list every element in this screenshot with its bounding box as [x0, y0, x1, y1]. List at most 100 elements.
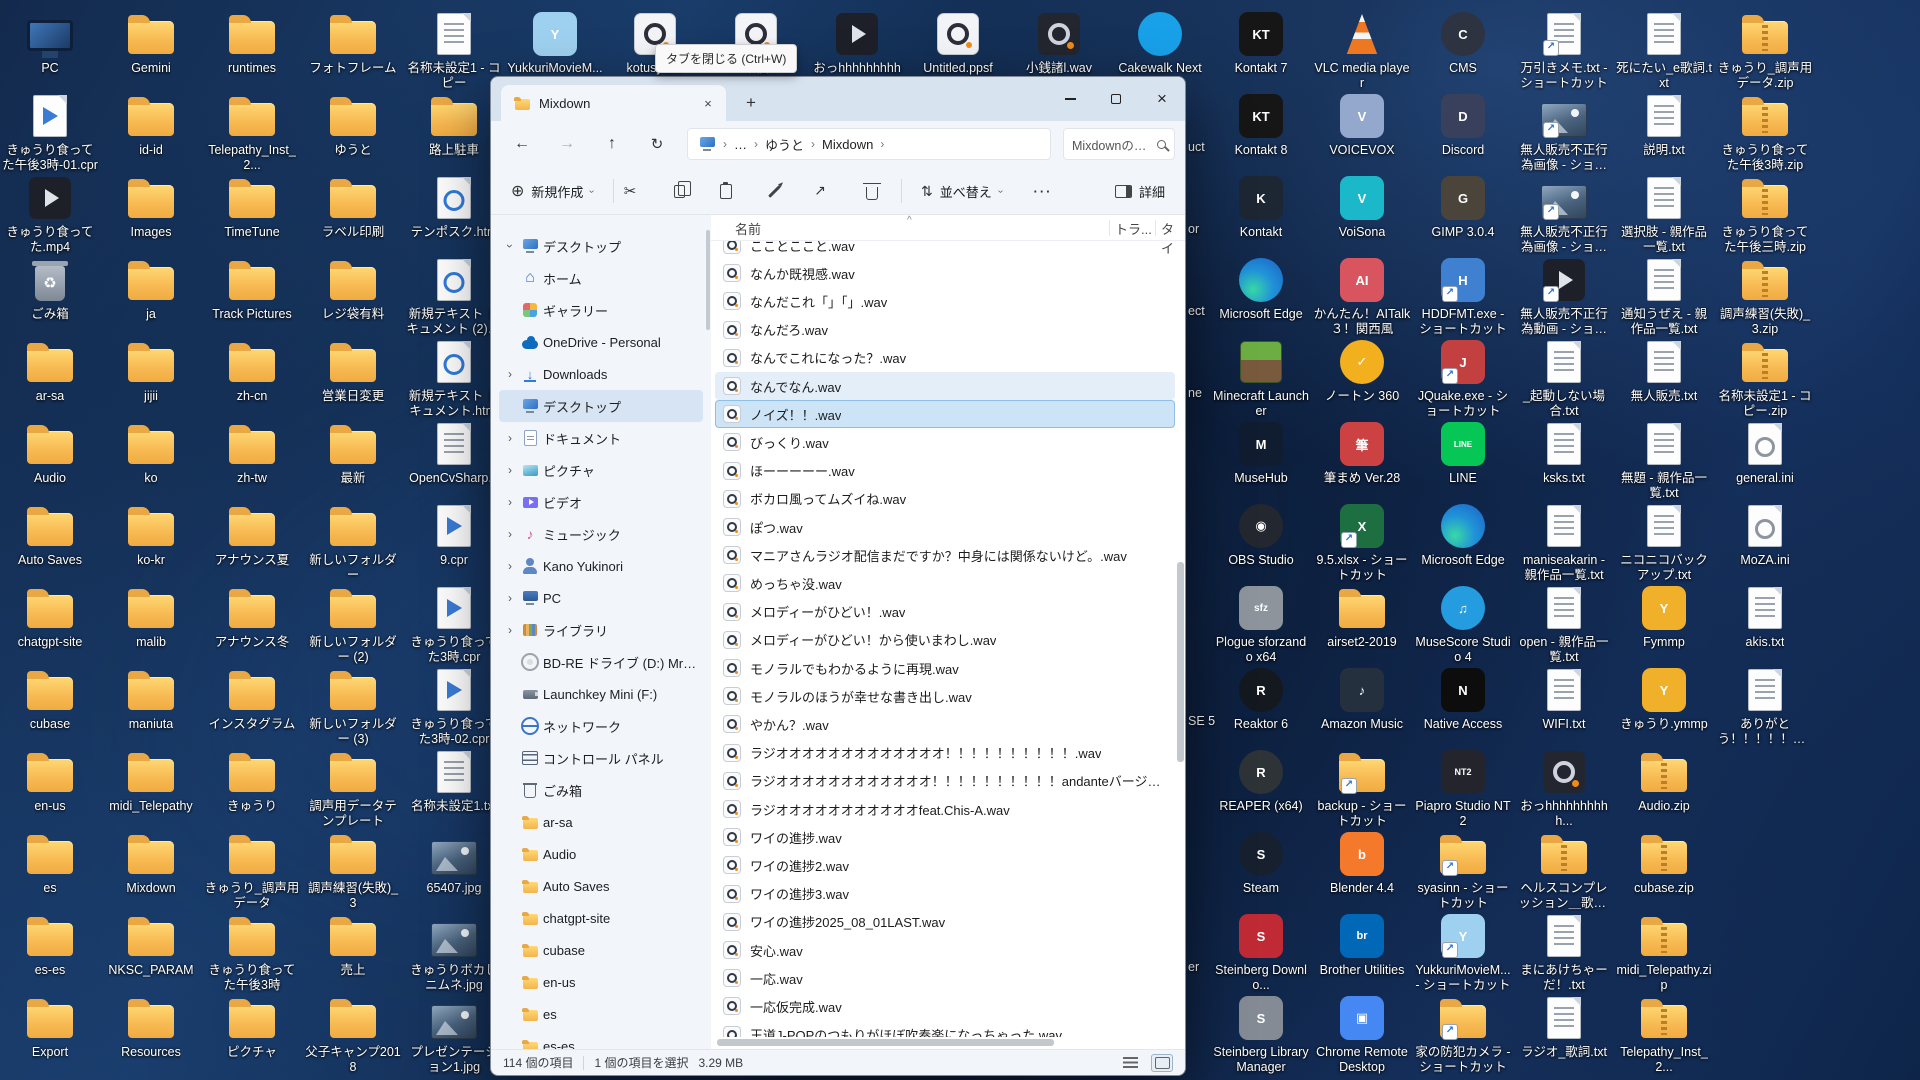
desktop-icon[interactable]: zh-cn	[202, 338, 302, 404]
desktop-icon[interactable]: jijii	[101, 338, 201, 404]
desktop-icon[interactable]: 死にたい_e歌詞.txt	[1614, 10, 1714, 91]
desktop-icon[interactable]: 名称未設定1.txt	[404, 748, 504, 814]
sidebar-item[interactable]: OneDrive - Personal	[499, 326, 703, 358]
desktop-icon[interactable]: KTKontakt 8	[1211, 92, 1311, 158]
sidebar-item[interactable]: デスクトップ	[499, 230, 703, 262]
forward-button[interactable]	[548, 126, 586, 162]
desktop-icon[interactable]: MoZA.ini	[1715, 502, 1815, 568]
desktop-icon[interactable]: ar-sa	[0, 338, 100, 404]
sidebar-item[interactable]: ビデオ	[499, 486, 703, 518]
desktop-icon[interactable]: GGIMP 3.0.4	[1413, 174, 1513, 240]
file-row[interactable]: びっくり.wav	[715, 428, 1175, 456]
desktop-icon[interactable]: SSteinberg Downlo...	[1211, 912, 1311, 993]
desktop-icon[interactable]: プレゼンテーション1.jpg	[404, 994, 504, 1075]
desktop-icon[interactable]: ▣Chrome Remote Desktop	[1312, 994, 1412, 1075]
desktop-icon[interactable]: maniuta	[101, 666, 201, 732]
sidebar-item[interactable]: es-es	[499, 1030, 703, 1049]
desktop-icon[interactable]: 万引きメモ.txt - ショートカット	[1514, 10, 1614, 91]
file-row[interactable]: 一応.wav	[715, 964, 1175, 992]
file-row[interactable]: メロディーがひどい！から使いまわし.wav	[715, 626, 1175, 654]
desktop-icon[interactable]: Microsoft Edge	[1413, 502, 1513, 568]
desktop-icon[interactable]: 小銭諸l.wav	[1009, 10, 1109, 76]
breadcrumb[interactable]: … ゆうと Mixdown	[687, 128, 1051, 160]
sidebar-item[interactable]: chatgpt-site	[499, 902, 703, 934]
desktop-icon[interactable]: Microsoft Edge	[1211, 256, 1311, 322]
desktop-icon[interactable]: NKSC_PARAM	[101, 912, 201, 978]
desktop-icon[interactable]: _起動しない場合.txt	[1514, 338, 1614, 419]
desktop-icon[interactable]: インスタグラム	[202, 666, 302, 732]
desktop-icon[interactable]: sfzPlogue sforzando x64	[1211, 584, 1311, 665]
desktop-icon[interactable]: ラジオ_歌詞.txt	[1514, 994, 1614, 1060]
desktop-icon[interactable]: Cakewalk Next	[1110, 10, 1210, 76]
tab-mixdown[interactable]: Mixdown	[501, 85, 726, 121]
sidebar-item[interactable]: ネットワーク	[499, 710, 703, 742]
horizontal-scrollbar[interactable]	[715, 1039, 1173, 1046]
desktop-icon[interactable]: ✓ノートン 360	[1312, 338, 1412, 404]
cut-button[interactable]	[611, 174, 649, 208]
desktop-icon[interactable]: 路上駐車	[404, 92, 504, 158]
chevron-down-icon[interactable]	[503, 239, 517, 253]
titlebar[interactable]: Mixdown	[491, 77, 1185, 121]
desktop-icon[interactable]: 父子キャンプ2018	[303, 994, 403, 1075]
desktop-icon[interactable]: Telepathy_Inst_2...	[1614, 994, 1714, 1075]
file-row[interactable]: なんでなん.wav	[715, 372, 1175, 400]
desktop-icon[interactable]: maniseakarin - 親作品一覧.txt	[1514, 502, 1614, 583]
desktop-icon[interactable]: 新しいフォルダー (2)	[303, 584, 403, 665]
sidebar-item[interactable]: Downloads	[499, 358, 703, 390]
list-view-toggle[interactable]	[1119, 1054, 1141, 1072]
close-button[interactable]	[1139, 77, 1185, 121]
desktop-icon[interactable]: 無題 - 親作品一覧.txt	[1614, 420, 1714, 501]
search-input[interactable]: Mixdownの検索	[1072, 135, 1151, 154]
desktop-icon[interactable]: KTKontakt 7	[1211, 10, 1311, 76]
chevron-right-icon[interactable]	[503, 591, 517, 605]
desktop-icon[interactable]: Telepathy_Inst_2...	[202, 92, 302, 173]
file-row[interactable]: めっちゃ没.wav	[715, 569, 1175, 597]
desktop-icon[interactable]: 名称未設定1 - コピー	[404, 10, 504, 91]
desktop-icon[interactable]: zh-tw	[202, 420, 302, 486]
desktop-icon[interactable]: es	[0, 830, 100, 896]
sidebar-item[interactable]: ar-sa	[499, 806, 703, 838]
file-row[interactable]: ワイの進捗3.wav	[715, 880, 1175, 908]
file-row[interactable]: マニアさんラジオ配信まだですか？中身には関係ないけど。.wav	[715, 541, 1175, 569]
desktop-icon[interactable]: 65407.jpg	[404, 830, 504, 896]
desktop-icon[interactable]: DDiscord	[1413, 92, 1513, 158]
desktop-icon[interactable]: SSteinberg Library Manager	[1211, 994, 1311, 1075]
desktop-icon[interactable]: RReaktor 6	[1211, 666, 1311, 732]
desktop-icon[interactable]: 家の防犯カメラ - ショートカット	[1413, 994, 1513, 1075]
desktop-icon[interactable]: レジ袋有料	[303, 256, 403, 322]
desktop-icon[interactable]: 最新	[303, 420, 403, 486]
track-column-header[interactable]: トラ...	[1115, 219, 1152, 238]
desktop-icon[interactable]: cubase.zip	[1614, 830, 1714, 896]
file-row[interactable]: ワイの進捗2.wav	[715, 851, 1175, 879]
sort-button[interactable]: 並べ替え	[911, 174, 1012, 208]
sidebar-item[interactable]: ドキュメント	[499, 422, 703, 454]
delete-button[interactable]	[853, 174, 891, 208]
desktop-icon[interactable]: ごみ箱	[0, 256, 100, 322]
sidebar-item[interactable]: es	[499, 998, 703, 1030]
desktop-icon[interactable]: きゅうり食ってた午後3時	[202, 912, 302, 993]
desktop-icon[interactable]: Images	[101, 174, 201, 240]
desktop-icon[interactable]: runtimes	[202, 10, 302, 76]
desktop-icon[interactable]: 無人販売不正行為動画 - ショートカット	[1514, 256, 1614, 337]
desktop-icon[interactable]: ありがとう！！！！！！.txt	[1715, 666, 1815, 747]
desktop-icon[interactable]: ksks.txt	[1514, 420, 1614, 486]
file-row[interactable]: こことここと.wav	[715, 241, 1175, 259]
desktop-icon[interactable]: midi_Telepathy.zip	[1614, 912, 1714, 993]
refresh-button[interactable]	[638, 126, 676, 162]
desktop-icon[interactable]: OpenCvSharp...	[404, 420, 504, 486]
desktop-icon[interactable]: es-es	[0, 912, 100, 978]
desktop-icon[interactable]: Mixdown	[101, 830, 201, 896]
file-row[interactable]: モノラルでもわかるように再現.wav	[715, 654, 1175, 682]
desktop-icon[interactable]: 無人販売不正行為画像 - ショートカッ...	[1514, 92, 1614, 173]
desktop-icon[interactable]: Auto Saves	[0, 502, 100, 568]
desktop-icon[interactable]: WIFI.txt	[1514, 666, 1614, 732]
new-button[interactable]: 新規作成	[501, 174, 604, 208]
desktop-icon[interactable]: en-us	[0, 748, 100, 814]
sidebar-item[interactable]: ライブラリ	[499, 614, 703, 646]
breadcrumb-ellipsis[interactable]: …	[734, 137, 747, 152]
desktop-icon[interactable]: ♫MuseScore Studio 4	[1413, 584, 1513, 665]
desktop-icon[interactable]: Audio.zip	[1614, 748, 1714, 814]
up-button[interactable]	[593, 126, 631, 162]
desktop-icon[interactable]: フォトフレーム	[303, 10, 403, 76]
desktop-icon[interactable]: MMuseHub	[1211, 420, 1311, 486]
